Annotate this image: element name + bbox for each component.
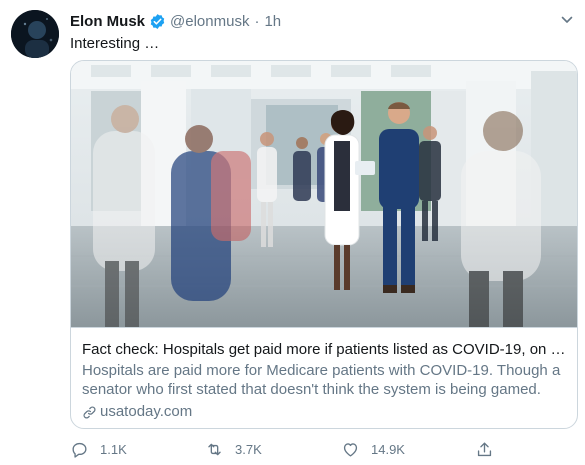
tweet-text: Interesting … [70,35,160,52]
share-icon [477,442,492,457]
like-button[interactable]: 14.9K [341,440,405,459]
author-handle[interactable]: @elonmusk [170,13,249,30]
card-domain[interactable]: usatoday.com [100,402,192,422]
card-image[interactable] [71,61,577,328]
separator-dot: · [254,12,260,30]
verified-badge-icon [149,13,166,30]
tweet[interactable]: Elon Musk @elonmusk · 1h Interesting … F… [0,0,585,465]
like-icon [343,443,358,457]
tweet-actions: 1.1K 3.7K 14.9K [70,440,510,460]
card-description: Hospitals are paid more for Medicare pat… [82,362,561,398]
card-title[interactable]: Fact check: Hospitals get paid more if p… [82,340,568,360]
reply-icon [72,442,87,458]
caret-down-icon[interactable] [560,13,574,27]
card-source[interactable]: usatoday.com [82,402,568,422]
reply-count: 1.1K [100,442,127,457]
tweet-header: Elon Musk @elonmusk · 1h [70,11,281,31]
tweet-timestamp[interactable]: 1h [264,13,281,30]
avatar[interactable] [11,10,59,58]
share-button[interactable] [475,440,494,459]
retweet-button[interactable]: 3.7K [205,440,262,459]
retweet-icon [208,443,221,456]
retweet-count: 3.7K [235,442,262,457]
reply-button[interactable]: 1.1K [70,440,127,459]
author-name[interactable]: Elon Musk [70,13,145,30]
link-icon [82,405,97,420]
like-count: 14.9K [371,442,405,457]
card-body[interactable]: Fact check: Hospitals get paid more if p… [82,340,568,422]
link-card[interactable]: Fact check: Hospitals get paid more if p… [70,60,578,429]
